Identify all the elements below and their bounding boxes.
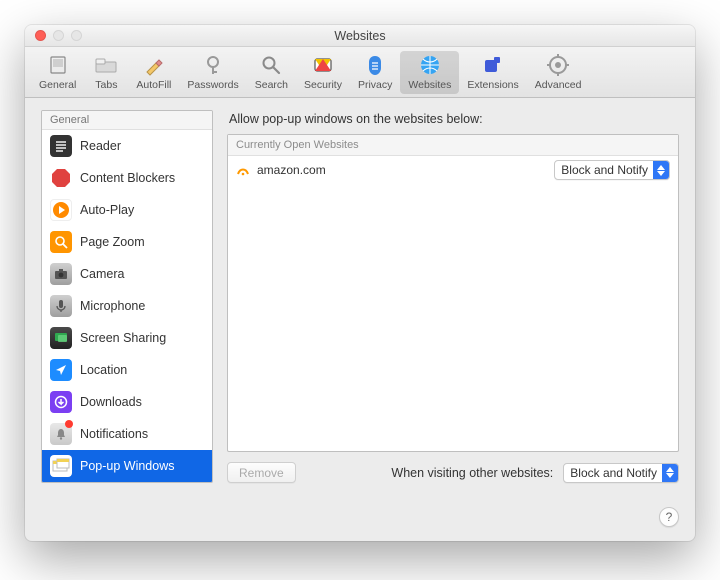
tab-passwords[interactable]: Passwords — [179, 51, 246, 94]
sidebar-item-screen-sharing[interactable]: Screen Sharing — [42, 322, 212, 354]
select-value: Block and Notify — [570, 466, 657, 480]
sidebar-item-location[interactable]: Location — [42, 354, 212, 386]
main-heading: Allow pop-up windows on the websites bel… — [227, 110, 679, 134]
sidebar-item-label: Pop-up Windows — [80, 459, 175, 473]
main-panel: Allow pop-up windows on the websites bel… — [227, 110, 679, 483]
microphone-icon — [50, 295, 72, 317]
window-title: Websites — [25, 29, 695, 43]
select-value: Block and Notify — [561, 163, 648, 177]
tab-general[interactable]: General — [31, 51, 84, 94]
preferences-window: Websites General Tabs AutoFill Password — [25, 25, 695, 541]
sidebar-item-popup-windows[interactable]: Pop-up Windows — [42, 450, 212, 482]
sidebar-item-reader[interactable]: Reader — [42, 130, 212, 162]
sidebar-item-label: Location — [80, 363, 127, 377]
tab-label: General — [39, 79, 76, 91]
tab-label: Advanced — [535, 79, 582, 91]
sidebar-item-label: Microphone — [80, 299, 145, 313]
websites-icon — [416, 53, 444, 77]
remove-button[interactable]: Remove — [227, 462, 296, 483]
tab-autofill[interactable]: AutoFill — [128, 51, 179, 94]
button-label: Remove — [239, 466, 284, 480]
tab-websites[interactable]: Websites — [400, 51, 459, 94]
sidebar-item-label: Camera — [80, 267, 124, 281]
sidebar-item-label: Content Blockers — [80, 171, 175, 185]
tab-search[interactable]: Search — [247, 51, 296, 94]
tab-label: Tabs — [95, 79, 117, 91]
sidebar-header: General — [42, 111, 212, 130]
sidebar-item-microphone[interactable]: Microphone — [42, 290, 212, 322]
notification-badge-icon — [65, 420, 73, 428]
preferences-toolbar: General Tabs AutoFill Passwords Search — [25, 47, 695, 98]
tab-advanced[interactable]: Advanced — [527, 51, 590, 94]
tab-label: Search — [255, 79, 288, 91]
websites-group-header: Currently Open Websites — [228, 135, 678, 156]
tab-label: Privacy — [358, 79, 392, 91]
titlebar: Websites — [25, 25, 695, 47]
sidebar-item-notifications[interactable]: Notifications — [42, 418, 212, 450]
website-policy-select[interactable]: Block and Notify — [554, 160, 670, 180]
tab-label: Security — [304, 79, 342, 91]
general-icon — [44, 53, 72, 77]
tabs-icon — [92, 53, 120, 77]
extensions-icon — [479, 53, 507, 77]
sidebar-item-page-zoom[interactable]: Page Zoom — [42, 226, 212, 258]
tab-privacy[interactable]: Privacy — [350, 51, 400, 94]
sidebar-item-label: Downloads — [80, 395, 142, 409]
sidebar-item-camera[interactable]: Camera — [42, 258, 212, 290]
sidebar-item-label: Page Zoom — [80, 235, 145, 249]
sidebar-item-label: Reader — [80, 139, 121, 153]
popup-windows-icon — [50, 455, 72, 477]
screen-sharing-icon — [50, 327, 72, 349]
chevron-updown-icon — [662, 464, 678, 482]
zoom-page-icon — [50, 231, 72, 253]
tab-tabs[interactable]: Tabs — [84, 51, 128, 94]
main-footer: Remove When visiting other websites: Blo… — [227, 452, 679, 483]
help-area: ? — [25, 497, 695, 541]
camera-icon — [50, 263, 72, 285]
reader-icon — [50, 135, 72, 157]
website-domain: amazon.com — [257, 163, 547, 177]
privacy-icon — [361, 53, 389, 77]
other-websites-select[interactable]: Block and Notify — [563, 463, 679, 483]
chevron-updown-icon — [653, 161, 669, 179]
security-icon — [309, 53, 337, 77]
tab-label: Websites — [408, 79, 451, 91]
tab-label: Passwords — [187, 79, 238, 91]
tab-security[interactable]: Security — [296, 51, 350, 94]
content-area: General Reader Content Blockers Auto-Pla… — [25, 98, 695, 497]
tab-label: Extensions — [467, 79, 518, 91]
sidebar-item-auto-play[interactable]: Auto-Play — [42, 194, 212, 226]
downloads-icon — [50, 391, 72, 413]
help-label: ? — [666, 510, 673, 524]
stop-icon — [50, 167, 72, 189]
sidebar-item-label: Auto-Play — [80, 203, 134, 217]
sidebar-item-content-blockers[interactable]: Content Blockers — [42, 162, 212, 194]
other-websites-label: When visiting other websites: — [391, 466, 553, 480]
websites-list: Currently Open Websites amazon.com Block… — [227, 134, 679, 452]
autofill-icon — [140, 53, 168, 77]
sidebar-item-label: Notifications — [80, 427, 148, 441]
sidebar: General Reader Content Blockers Auto-Pla… — [41, 110, 213, 483]
website-row[interactable]: amazon.com Block and Notify — [228, 156, 678, 184]
favicon-icon — [236, 163, 250, 177]
search-icon — [257, 53, 285, 77]
play-icon — [50, 199, 72, 221]
help-button[interactable]: ? — [659, 507, 679, 527]
sidebar-item-label: Screen Sharing — [80, 331, 166, 345]
tab-extensions[interactable]: Extensions — [459, 51, 526, 94]
tab-label: AutoFill — [136, 79, 171, 91]
sidebar-item-downloads[interactable]: Downloads — [42, 386, 212, 418]
location-icon — [50, 359, 72, 381]
advanced-icon — [544, 53, 572, 77]
passwords-icon — [199, 53, 227, 77]
